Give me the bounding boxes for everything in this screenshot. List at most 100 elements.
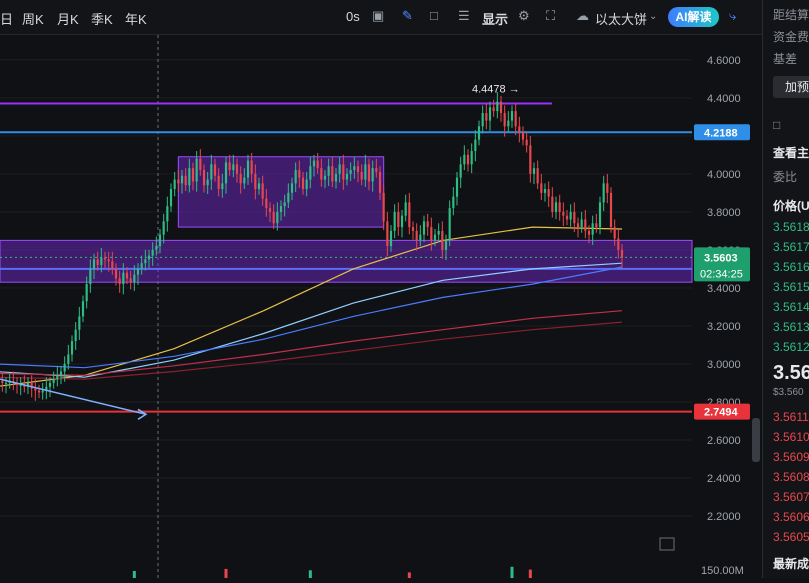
cloud-icon[interactable]: ☁	[576, 8, 589, 24]
share-icon[interactable]: ⤷	[729, 8, 736, 24]
ask-row[interactable]: 3.5613	[773, 320, 809, 334]
interval-week[interactable]: 周K	[22, 9, 44, 28]
candle-body	[78, 316, 81, 330]
candle-body	[437, 230, 440, 235]
candle-body	[70, 341, 74, 355]
order-book-scrollbar[interactable]	[752, 418, 760, 462]
draw-pen-icon[interactable]: ✎	[402, 8, 413, 24]
candle-body	[389, 230, 393, 247]
candle-body	[235, 164, 239, 174]
volume-bar	[308, 570, 312, 578]
candle-body	[232, 164, 235, 171]
interval-seconds[interactable]: 0s	[346, 9, 360, 24]
price-chart[interactable]: 4.4478 →4.60004.40004.20004.00003.80003.…	[0, 35, 762, 578]
bid-row[interactable]: 3.5607	[773, 490, 809, 504]
candle-body	[558, 202, 561, 212]
bid-row[interactable]: 3.5611	[773, 410, 809, 424]
candle-body	[254, 173, 257, 190]
candle-body	[312, 160, 316, 167]
candle-body	[162, 221, 165, 235]
ai-analysis-button[interactable]: AI解读	[668, 7, 719, 27]
candle-body	[521, 132, 525, 140]
camera-icon[interactable]: ▣	[372, 8, 384, 24]
view-main-label[interactable]: 查看主	[773, 144, 809, 161]
candle-body	[356, 166, 360, 172]
candle-body	[422, 221, 426, 235]
candle-body	[327, 166, 330, 176]
bid-row[interactable]: 3.5609	[773, 450, 809, 464]
last-price: 3.56	[773, 362, 809, 384]
candle-body	[279, 206, 283, 212]
candle-body	[576, 223, 580, 228]
settings-sliders-icon[interactable]: ☰	[458, 8, 470, 24]
candle-body	[210, 164, 213, 180]
candle-body	[85, 284, 88, 302]
candle-body	[298, 170, 301, 178]
bid-row[interactable]: 3.5608	[773, 470, 809, 484]
candle-body	[507, 120, 510, 127]
candle-body	[562, 211, 565, 216]
candle-body	[144, 259, 147, 264]
ask-row[interactable]: 3.5615	[773, 280, 809, 294]
ask-row[interactable]: 3.5612	[773, 340, 809, 354]
y-axis-tick-label: 3.8000	[707, 207, 741, 219]
volume-bar	[224, 568, 228, 578]
candle-body	[536, 168, 539, 184]
candle-body	[4, 382, 8, 384]
candle-body	[466, 154, 470, 165]
add-watch-button[interactable]: 加预	[773, 76, 809, 98]
candle-body	[147, 255, 151, 260]
candle-body	[404, 202, 407, 216]
candle-body	[477, 126, 481, 140]
ask-row[interactable]: 3.5618	[773, 220, 809, 234]
candle-body	[367, 164, 371, 182]
candle-body	[158, 234, 162, 247]
y-axis-tick-label: 4.4000	[707, 93, 741, 105]
candle-body	[488, 107, 492, 121]
gear-icon[interactable]: ⚙	[518, 8, 530, 24]
y-axis-tick-label: 2.2000	[707, 511, 741, 523]
symbol-selector[interactable]: 以太大饼	[595, 9, 647, 28]
volume-bar	[132, 571, 136, 578]
chart-toolbar: 日 周K 月K 季K 年K 0s ▣ ✎ □ ☰ 显示 ⚙ ⛶ ☁ 以太大饼 ⌄…	[0, 0, 762, 35]
candle-body	[375, 168, 378, 172]
ask-row[interactable]: 3.5614	[773, 300, 809, 314]
interval-quarter[interactable]: 季K	[91, 9, 113, 28]
candle-body	[323, 175, 327, 180]
candle-body	[580, 219, 583, 228]
basis-label: 基差	[773, 52, 798, 66]
candle-body	[430, 227, 433, 241]
candle-countdown: 02:34:25	[700, 268, 743, 280]
y-axis-tick-label: 3.0000	[707, 359, 741, 371]
settlement-label: 距结算	[773, 8, 809, 22]
candle-body	[41, 390, 44, 393]
candle-body	[525, 139, 528, 146]
bid-row[interactable]: 3.5606	[773, 510, 809, 524]
bid-row[interactable]: 3.5610	[773, 430, 809, 444]
interval-year[interactable]: 年K	[125, 9, 147, 28]
interval-month[interactable]: 月K	[57, 9, 79, 28]
chevron-down-icon[interactable]: ⌄	[649, 11, 657, 22]
candle-body	[587, 230, 591, 235]
panel-icon[interactable]: □	[773, 118, 780, 132]
candle-body	[540, 183, 543, 193]
candle-body	[338, 164, 341, 174]
bid-row[interactable]: 3.5605	[773, 530, 809, 544]
resistance-price-tag: 4.2188	[704, 127, 738, 139]
ask-row[interactable]: 3.5616	[773, 260, 809, 274]
ask-row[interactable]: 3.5617	[773, 240, 809, 254]
candle-body	[485, 113, 488, 121]
candle-body	[474, 139, 477, 152]
candle-body	[67, 354, 70, 364]
fullscreen-icon[interactable]: ⛶	[546, 8, 555, 24]
candle-body	[114, 268, 118, 279]
candle-body	[595, 223, 598, 228]
candle-body	[63, 363, 66, 372]
interval-day[interactable]: 日	[0, 9, 13, 28]
candle-body	[301, 177, 305, 190]
candle-body	[81, 301, 85, 317]
display-button[interactable]: 显示	[482, 9, 508, 28]
candle-body	[199, 158, 202, 171]
candle-body	[30, 382, 33, 389]
crop-icon[interactable]: □	[430, 8, 438, 23]
